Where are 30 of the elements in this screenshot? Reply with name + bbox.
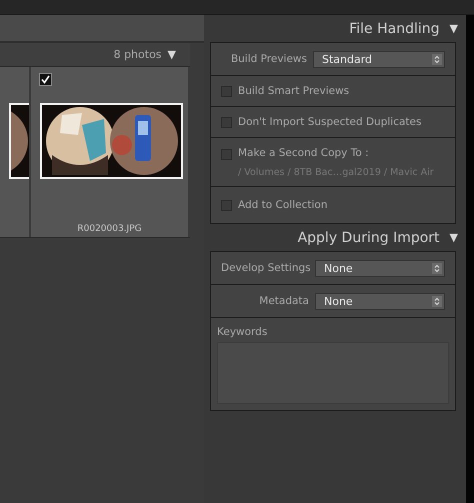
dropdown-triangle-icon[interactable]: ▼ <box>168 48 176 61</box>
checkbox-label: Add to Collection <box>238 199 328 211</box>
checkbox[interactable] <box>221 86 232 96</box>
checkbox-label: Don't Import Suspected Duplicates <box>238 116 422 128</box>
field-label: Develop Settings <box>221 262 309 274</box>
section-title: Apply During Import <box>298 230 440 246</box>
checkbox-label: Build Smart Previews <box>238 85 350 97</box>
checkbox[interactable] <box>221 149 232 160</box>
checkbox[interactable] <box>39 73 52 86</box>
photo-cell[interactable] <box>0 67 31 237</box>
photo-count: 8 photos <box>114 48 162 61</box>
field-label: Metadata <box>258 295 309 307</box>
collapse-triangle-icon[interactable]: ▼ <box>450 22 458 35</box>
dropdown[interactable]: Standard <box>313 50 445 68</box>
dropdown[interactable]: None <box>315 260 445 276</box>
file-name: R0020003.JPG <box>76 224 143 234</box>
section-header[interactable]: File Handling ▼ <box>210 15 466 42</box>
field-label: Build Previews <box>230 53 307 65</box>
dropdown[interactable]: None <box>315 292 445 310</box>
section-title: File Handling <box>349 20 440 36</box>
stepper-icon <box>432 296 442 306</box>
stepper-icon <box>432 262 442 274</box>
photo-cell[interactable]: R0020003.JPG <box>31 67 190 237</box>
checkbox[interactable] <box>221 116 232 128</box>
checkbox[interactable] <box>221 200 232 210</box>
stepper-icon <box>432 54 442 64</box>
section-header[interactable]: Apply During Import ▼ <box>210 224 466 251</box>
checkbox-label: Make a Second Copy To : <box>238 146 370 158</box>
field-label: Keywords <box>217 326 268 338</box>
collapse-triangle-icon[interactable]: ▼ <box>450 231 458 244</box>
